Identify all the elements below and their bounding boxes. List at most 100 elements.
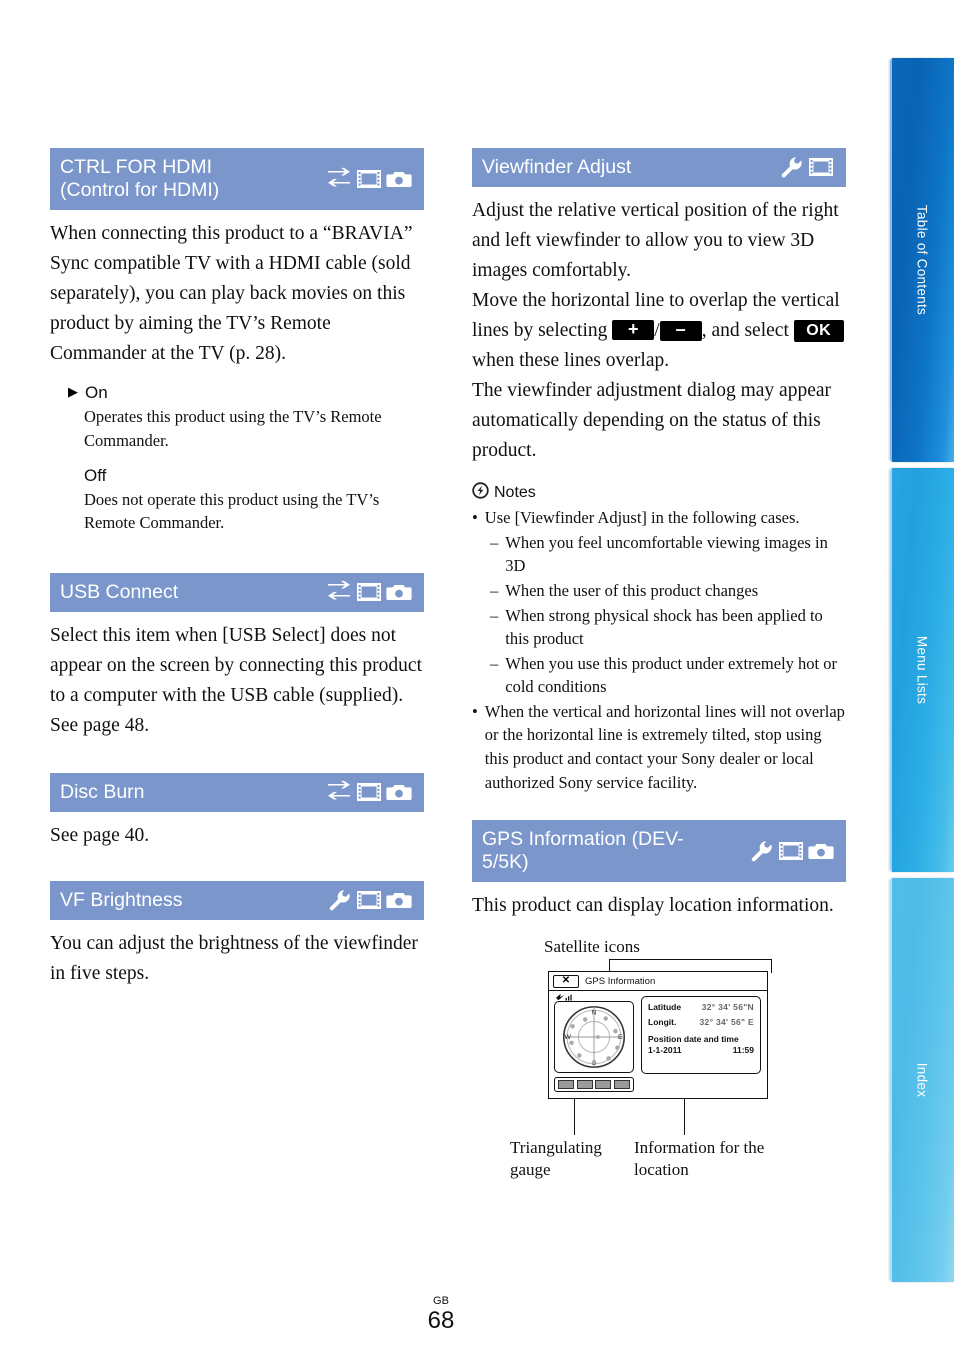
gps-screen-button[interactable] bbox=[558, 1080, 575, 1090]
gps-figure: Satellite icons ✕ GPS Information N E W … bbox=[472, 937, 846, 1187]
option-description: Operates this product using the TV’s Rem… bbox=[84, 407, 382, 450]
photo-icon bbox=[386, 580, 412, 604]
note-subitem: – When strong physical shock has been ap… bbox=[490, 604, 846, 651]
wrench-icon bbox=[328, 888, 352, 912]
side-tab-menu-lists[interactable]: Menu Lists bbox=[890, 468, 954, 872]
position-date: 1-1-2011 bbox=[648, 1045, 682, 1056]
note-item: • Use [Viewfinder Adjust] in the followi… bbox=[472, 506, 846, 530]
dash-icon: – bbox=[490, 532, 499, 552]
note-text: Use [Viewfinder Adjust] in the following… bbox=[484, 508, 800, 528]
svg-text:E: E bbox=[618, 1034, 623, 1041]
latitude-value: 32° 34' 56"N bbox=[701, 1002, 754, 1013]
viewfinder-adjust-para1: Adjust the relative vertical position of… bbox=[472, 200, 839, 282]
viewfinder-adjust-para2: Move the horizontal line to overlap the … bbox=[472, 286, 846, 376]
gps-screen-button[interactable] bbox=[595, 1080, 612, 1090]
section-title-line2: 5/5K) bbox=[482, 850, 529, 873]
dash-icon: – bbox=[490, 605, 499, 625]
figure-caption-triangulating-gauge: Triangulating gauge bbox=[510, 1138, 602, 1179]
section-icons bbox=[750, 839, 836, 863]
location-information-panel: Latitude 32° 34' 56"N Longit. 32° 34' 56… bbox=[641, 996, 761, 1075]
page-number: 68 bbox=[427, 1307, 455, 1334]
section-icons bbox=[326, 780, 414, 804]
section-title: Disc Burn bbox=[60, 780, 145, 803]
note-text: When you feel uncomfortable viewing imag… bbox=[505, 532, 828, 576]
notes-heading: Notes bbox=[472, 482, 846, 504]
section-header-gps-information: GPS Information (DEV- 5/5K) bbox=[472, 820, 846, 883]
note-text: When the user of this product changes bbox=[505, 580, 759, 600]
gps-screen-body: N E S W bbox=[549, 991, 767, 1098]
section-icons bbox=[780, 155, 836, 179]
bullet-icon: • bbox=[472, 508, 478, 528]
section-header-vf-brightness: VF Brightness bbox=[50, 880, 424, 920]
section-icons bbox=[328, 888, 414, 912]
left-column: CTRL FOR HDMI (Control for HDMI) When co… bbox=[50, 148, 424, 989]
svg-text:N: N bbox=[592, 1010, 597, 1017]
side-tab-label: Table of Contents bbox=[914, 204, 930, 316]
gps-screen-title: GPS Information bbox=[585, 975, 656, 987]
gps-screen-button[interactable] bbox=[613, 1080, 630, 1090]
section-title-line1: GPS Information (DEV- bbox=[482, 828, 684, 851]
note-item: • When the vertical and horizontal lines… bbox=[472, 700, 846, 794]
section-header-usb-connect: USB Connect bbox=[50, 572, 424, 612]
transfer-icon bbox=[326, 780, 352, 804]
leader-line-top-horizontal bbox=[609, 959, 772, 961]
side-tab-rail: Table of Contents Menu Lists Index bbox=[882, 0, 954, 1357]
side-tab-index[interactable]: Index bbox=[890, 878, 954, 1282]
dash-icon: – bbox=[490, 580, 499, 600]
movie-icon bbox=[356, 167, 382, 191]
notes-icon bbox=[472, 482, 489, 504]
notes-label: Notes bbox=[494, 484, 536, 502]
section-icons bbox=[326, 580, 414, 604]
note-subitem: – When the user of this product changes bbox=[490, 579, 846, 603]
movie-icon bbox=[356, 888, 382, 912]
side-tab-table-of-contents[interactable]: Table of Contents bbox=[890, 58, 954, 462]
figure-bottom-captions: Triangulating gauge Information for the … bbox=[510, 1137, 794, 1180]
bullet-icon: • bbox=[472, 701, 478, 721]
section-title: Viewfinder Adjust bbox=[482, 155, 632, 178]
gps-screen-button-row[interactable] bbox=[554, 1077, 634, 1093]
latitude-label: Latitude bbox=[648, 1002, 682, 1013]
section-title: GPS Information (DEV- 5/5K) bbox=[482, 828, 684, 873]
vf-brightness-body: You can adjust the brightness of the vie… bbox=[50, 932, 418, 984]
leader-line-top-right bbox=[771, 959, 772, 974]
gps-screen-button[interactable] bbox=[576, 1080, 593, 1090]
triangulating-gauge: N E S W bbox=[554, 1001, 634, 1074]
note-text: When you use this product under extremel… bbox=[505, 653, 837, 697]
side-tab-label: Menu Lists bbox=[914, 635, 930, 705]
option-label: Off bbox=[84, 465, 107, 485]
note-text: When strong physical shock has been appl… bbox=[505, 605, 823, 649]
figure-caption-location-information: Information for the location bbox=[634, 1138, 765, 1179]
option-off: Off Does not operate this product using … bbox=[50, 466, 424, 535]
minus-key-icon: – bbox=[659, 320, 702, 342]
leader-line-gauge bbox=[574, 1099, 575, 1136]
transfer-icon bbox=[326, 167, 352, 191]
viewfinder-adjust-para3: The viewfinder adjustment dialog may app… bbox=[472, 380, 831, 462]
section-title: VF Brightness bbox=[60, 888, 183, 911]
photo-icon bbox=[386, 780, 412, 804]
region-code: GB bbox=[433, 1295, 449, 1307]
position-time: 11:59 bbox=[732, 1045, 754, 1056]
longitude-label: Longit. bbox=[648, 1017, 677, 1028]
side-tab-label: Index bbox=[914, 1062, 930, 1098]
para2-part-b: , and select bbox=[701, 320, 794, 342]
close-icon[interactable]: ✕ bbox=[553, 974, 579, 988]
wrench-icon bbox=[780, 155, 804, 179]
gps-information-screen: ✕ GPS Information N E W Latitude 32° 34'… bbox=[548, 971, 768, 1100]
transfer-icon bbox=[326, 580, 352, 604]
movie-icon bbox=[356, 580, 382, 604]
section-title-line2: (Control for HDMI) bbox=[60, 178, 220, 201]
figure-caption-satellite-icons: Satellite icons bbox=[544, 937, 640, 957]
option-name-row: ▶ On bbox=[68, 383, 424, 403]
photo-icon bbox=[386, 167, 412, 191]
plus-key-icon: + bbox=[612, 320, 655, 341]
note-subitem: – When you feel uncomfortable viewing im… bbox=[490, 531, 846, 578]
note-text: When the vertical and horizontal lines w… bbox=[484, 701, 845, 792]
manual-page: CTRL FOR HDMI (Control for HDMI) When co… bbox=[0, 0, 882, 1357]
para2-separator: / bbox=[654, 320, 660, 342]
para2-part-c: when these lines overlap. bbox=[472, 350, 670, 372]
section-title-line1: CTRL FOR HDMI bbox=[60, 156, 213, 179]
option-label: On bbox=[85, 383, 108, 403]
movie-icon bbox=[356, 780, 382, 804]
right-column: Viewfinder Adjust Adjust the relative ve… bbox=[472, 148, 846, 1187]
longitude-row: Longit. 32° 34' 56" E bbox=[648, 1017, 754, 1027]
